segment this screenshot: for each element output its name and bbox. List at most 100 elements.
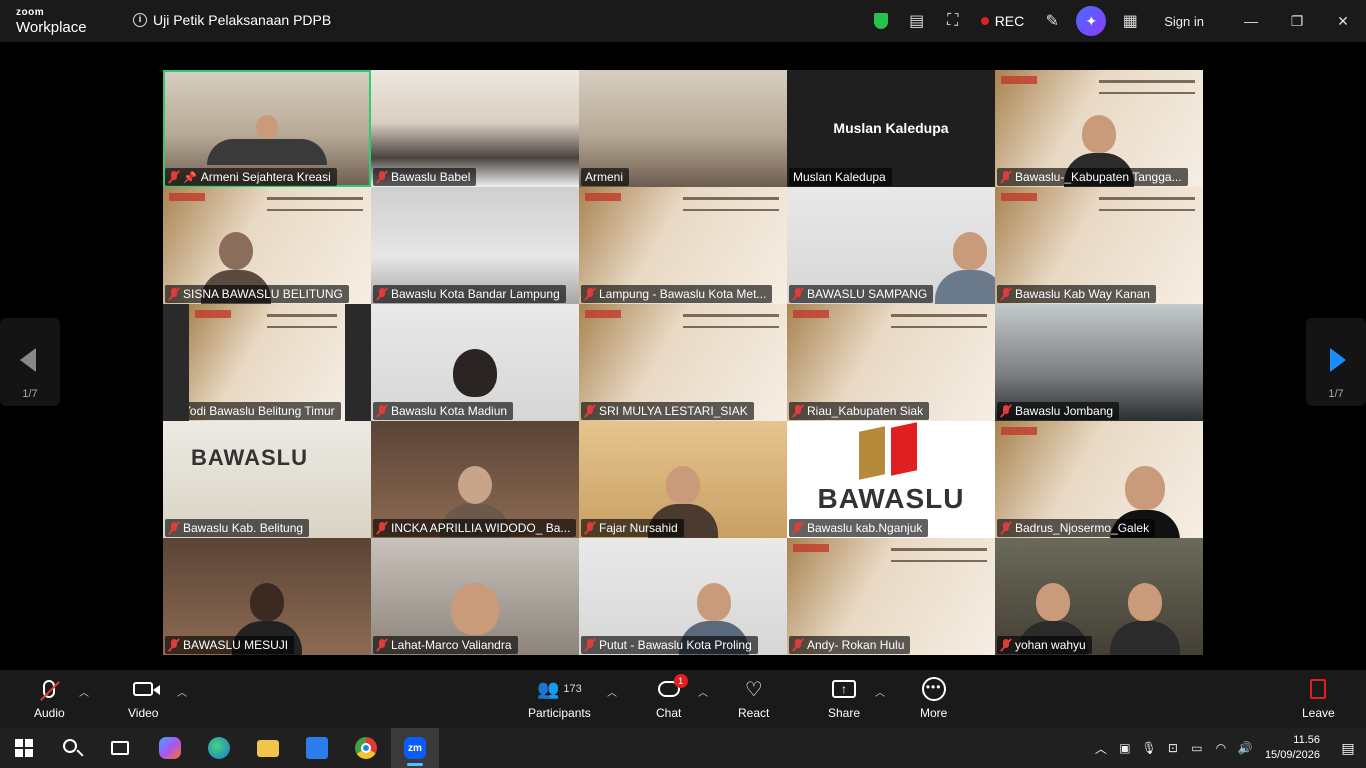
leave-button[interactable]: Leave <box>1302 676 1335 720</box>
share-screen-icon: ↑ <box>832 680 857 698</box>
video-tile[interactable]: 📌 Armeni Sejahtera Kreasi <box>163 70 371 187</box>
video-tile[interactable]: Putut - Bawaslu Kota Proling <box>579 538 787 655</box>
next-page-button[interactable]: 1/7 <box>1306 318 1366 406</box>
participant-name: Lampung - Bawaslu Kota Met... <box>581 285 773 303</box>
video-off-name: Muslan Kaledupa <box>833 120 949 136</box>
volume-icon[interactable]: 🔊 <box>1233 728 1257 768</box>
taskbar-chrome[interactable] <box>342 728 390 768</box>
mic-muted-icon <box>169 405 179 417</box>
taskbar-copilot[interactable] <box>146 728 194 768</box>
apps-grid-icon[interactable]: ▦ <box>1112 0 1148 42</box>
chevron-up-icon[interactable]: ︿ <box>1089 728 1113 768</box>
video-gallery: 📌 Armeni Sejahtera Kreasi Bawaslu Babel A… <box>163 70 1203 655</box>
video-tile[interactable]: yohan wahyu <box>995 538 1203 655</box>
participant-name: Fajar Nursahid <box>581 519 684 537</box>
zoom-logo: zoom Workplace <box>16 7 87 36</box>
system-tray: ︿ ▣ 🎙 ⊡ ▭ ◠ 🔊 11.56 15/09/2026 ▤ <box>1089 728 1366 768</box>
participants-options-caret-icon[interactable]: ︿ <box>607 684 617 699</box>
minimize-icon[interactable]: — <box>1228 0 1274 42</box>
participant-name: Bawaslu Kota Madiun <box>373 402 514 420</box>
video-tile[interactable]: BAWASLU SAMPANG <box>787 187 995 304</box>
mic-muted-icon <box>377 171 387 183</box>
chrome-icon <box>355 737 377 759</box>
video-tile[interactable]: SRI MULYA LESTARI_SIAK <box>579 304 787 421</box>
video-tile[interactable]: Fajar Nursahid <box>579 421 787 538</box>
video-tile[interactable]: Badrus_Njosermo_Galek <box>995 421 1203 538</box>
video-tile[interactable]: Armeni <box>579 70 787 187</box>
mic-muted-icon <box>585 288 595 300</box>
mic-muted-icon <box>793 288 803 300</box>
video-tile[interactable]: Yodi Bawaslu Belitung Timur <box>163 304 371 421</box>
search-button[interactable] <box>48 728 96 768</box>
encryption-shield-icon[interactable] <box>863 0 899 42</box>
share-button[interactable]: ↑ Share <box>828 676 860 720</box>
react-button[interactable]: ♡ React <box>738 676 769 721</box>
mic-muted-icon <box>1001 639 1011 651</box>
camera-in-use-icon[interactable]: ▣ <box>1113 728 1137 768</box>
notifications-icon[interactable]: ▤ <box>1330 740 1366 757</box>
video-tile[interactable]: BAWASLU Bawaslu kab.Nganjuk <box>787 421 995 538</box>
whiteboard-pen-icon[interactable]: ✎ <box>1034 0 1070 42</box>
task-view-button[interactable] <box>96 728 144 768</box>
microphone-icon[interactable]: 🎙 <box>1137 728 1161 768</box>
video-tile[interactable]: INCKA APRILLIA WIDODO_ Ba... <box>371 421 579 538</box>
video-tile[interactable]: BAWASLU Bawaslu Kab. Belitung <box>163 421 371 538</box>
focus-icon[interactable]: ⛶ <box>935 0 971 42</box>
audio-options-caret-icon[interactable]: ︿ <box>79 684 89 699</box>
taskbar-file-explorer[interactable] <box>244 728 292 768</box>
participant-name: Bawaslu Kab. Belitung <box>165 519 310 537</box>
taskbar-zoom[interactable]: zm <box>391 728 439 768</box>
meeting-info[interactable]: i Uji Petik Pelaksanaan PDPB <box>133 12 331 28</box>
video-tile[interactable]: Riau_Kabupaten Siak <box>787 304 995 421</box>
sign-in-button[interactable]: Sign in <box>1148 14 1228 29</box>
recording-indicator[interactable]: REC <box>971 13 1035 29</box>
clock[interactable]: 11.56 15/09/2026 <box>1257 733 1330 763</box>
taskbar-edge[interactable] <box>195 728 243 768</box>
info-icon[interactable]: i <box>133 13 147 27</box>
chat-options-caret-icon[interactable]: ︿ <box>698 684 708 699</box>
close-icon[interactable]: ✕ <box>1320 0 1366 42</box>
video-tile[interactable]: Lampung - Bawaslu Kota Met... <box>579 187 787 304</box>
participant-name: BAWASLU MESUJI <box>165 636 295 654</box>
meet-now-icon[interactable]: ⊡ <box>1161 728 1185 768</box>
video-tile[interactable]: Andy- Rokan Hulu <box>787 538 995 655</box>
video-tile[interactable]: Bawaslu Kab Way Kanan <box>995 187 1203 304</box>
restore-icon[interactable]: ❐ <box>1274 0 1320 42</box>
video-tile[interactable]: Muslan Kaledupa Muslan Kaledupa <box>787 70 995 187</box>
video-tile[interactable]: Bawaslu Jombang <box>995 304 1203 421</box>
windows-taskbar: zm ︿ ▣ 🎙 ⊡ ▭ ◠ 🔊 11.56 15/09/2026 ▤ <box>0 728 1366 768</box>
leave-door-icon <box>1310 679 1327 699</box>
wifi-icon[interactable]: ◠ <box>1209 728 1233 768</box>
video-tile[interactable]: Bawaslu Babel <box>371 70 579 187</box>
video-options-caret-icon[interactable]: ︿ <box>177 684 187 699</box>
audio-button[interactable]: Audio <box>34 676 65 720</box>
video-tile[interactable]: Bawaslu-_Kabupaten Tangga... <box>995 70 1203 187</box>
clock-date: 15/09/2026 <box>1264 749 1320 761</box>
mic-muted-icon <box>169 639 179 651</box>
video-tile[interactable]: BAWASLU MESUJI <box>163 538 371 655</box>
participant-name: Bawaslu kab.Nganjuk <box>789 519 929 537</box>
notes-icon[interactable]: ▤ <box>899 0 935 42</box>
participant-name: Riau_Kabupaten Siak <box>789 402 930 420</box>
participants-button[interactable]: 👥 173 Participants <box>528 676 591 721</box>
share-options-caret-icon[interactable]: ︿ <box>875 684 885 699</box>
video-button[interactable]: Video <box>128 676 161 720</box>
mic-muted-icon <box>40 680 61 701</box>
taskbar-store[interactable] <box>293 728 341 768</box>
video-tile[interactable]: Bawaslu Kota Bandar Lampung <box>371 187 579 304</box>
ai-companion-icon[interactable]: ✦ <box>1076 6 1107 36</box>
participant-name: INCKA APRILLIA WIDODO_ Ba... <box>373 519 577 537</box>
chat-button[interactable]: 1 Chat <box>656 674 688 720</box>
previous-page-button[interactable]: 1/7 <box>0 318 60 406</box>
bawaslu-logo-text: BAWASLU <box>817 483 965 514</box>
video-tile[interactable]: Bawaslu Kota Madiun <box>371 304 579 421</box>
start-button[interactable] <box>0 728 48 768</box>
mic-muted-icon <box>585 405 595 417</box>
battery-icon[interactable]: ▭ <box>1185 728 1209 768</box>
more-button[interactable]: ••• More <box>920 676 947 720</box>
mic-muted-icon <box>793 639 803 651</box>
video-tile[interactable]: Lahat-Marco Valiandra <box>371 538 579 655</box>
video-tile[interactable]: SISNA BAWASLU BELITUNG <box>163 187 371 304</box>
zoom-app-icon: zm <box>404 737 426 759</box>
mic-muted-icon <box>1001 288 1011 300</box>
